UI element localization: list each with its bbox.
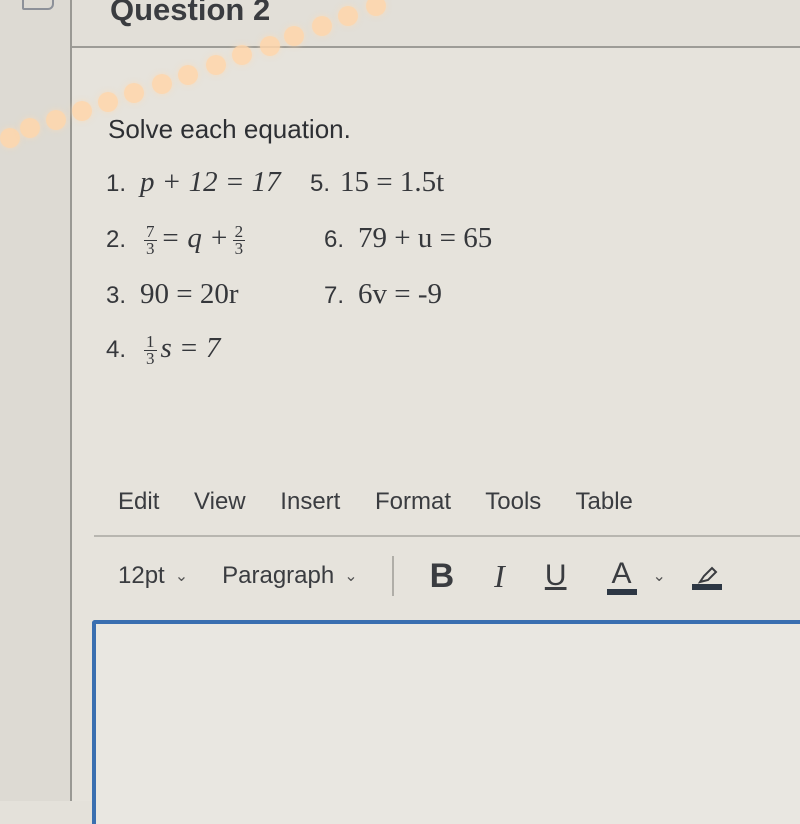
equation-text: = q + (160, 222, 229, 254)
menu-view[interactable]: View (194, 488, 246, 515)
equation-number: 4. (106, 336, 127, 363)
equation-4: 4. 1 3 s = 7 (106, 332, 220, 367)
answer-editor[interactable] (92, 620, 800, 824)
equation-number: 6. (324, 226, 345, 253)
font-size-select[interactable]: 12pt ⌄ (118, 562, 188, 590)
equation-text: s = 7 (160, 332, 221, 364)
highlight-color-button[interactable] (691, 562, 722, 590)
text-color-button[interactable]: A (606, 557, 637, 595)
block-format-select[interactable]: Paragraph ⌄ (222, 562, 357, 590)
equation-text: 6v = -9 (358, 278, 443, 310)
equation-3: 3. 90 = 20r (106, 278, 239, 311)
equation-number: 1. (106, 170, 127, 197)
menu-format[interactable]: Format (375, 488, 451, 515)
fraction: 73 (144, 221, 157, 258)
question-title: Question 2 (110, 0, 271, 27)
equation-6: 6. 79 + u = 65 (324, 222, 492, 255)
editor-toolbar: 12pt ⌄ Paragraph ⌄ B I U A ⌄ (118, 554, 762, 598)
italic-button[interactable]: I (494, 558, 505, 595)
flag-question-icon[interactable] (22, 0, 54, 10)
menu-table[interactable]: Table (576, 488, 633, 515)
chevron-down-icon: ⌄ (174, 568, 189, 585)
equation-number: 2. (106, 226, 127, 253)
question-header: Question 2 (72, 0, 800, 48)
equation-5: 5. 15 = 1.5t (310, 166, 444, 199)
equation-1: 1. p + 12 = 17 (106, 166, 281, 199)
text-color-dropdown-icon[interactable]: ⌄ (653, 566, 666, 586)
highlighter-icon (697, 566, 718, 584)
equation-number: 7. (324, 282, 345, 309)
equation-number: 3. (106, 282, 127, 309)
fraction: 23 (232, 221, 246, 258)
question-prompt: Solve each equation. (108, 114, 351, 144)
menu-insert[interactable]: Insert (280, 488, 340, 515)
equation-number: 5. (310, 170, 331, 197)
fraction: 13 (144, 331, 157, 368)
equation-text: p + 12 = 17 (140, 166, 281, 198)
text-color-icon: A (611, 557, 632, 590)
menu-tools[interactable]: Tools (485, 488, 541, 515)
equation-2: 2. 7 3 = q +2 3 (106, 222, 249, 257)
equation-7: 7. 6v = -9 (324, 278, 442, 311)
question-body: Solve each equation. 1. p + 12 = 17 5. 15 … (72, 48, 800, 824)
menubar-divider (94, 535, 800, 537)
font-size-value: 12pt (118, 562, 165, 589)
equation-text: 90 = 20r (140, 278, 239, 310)
toolbar-divider (391, 556, 394, 596)
underline-button[interactable]: U (545, 559, 567, 593)
bold-button[interactable]: B (430, 557, 455, 596)
block-format-value: Paragraph (222, 562, 335, 589)
menu-edit[interactable]: Edit (118, 488, 159, 515)
chevron-down-icon: ⌄ (344, 568, 358, 585)
equation-text: 79 + u = 65 (358, 222, 493, 254)
highlight-color-swatch (691, 584, 722, 590)
editor-menubar: Edit View Insert Format Tools Table (118, 488, 661, 516)
text-color-swatch (606, 589, 637, 595)
equation-text: 15 = 1.5t (340, 166, 445, 198)
